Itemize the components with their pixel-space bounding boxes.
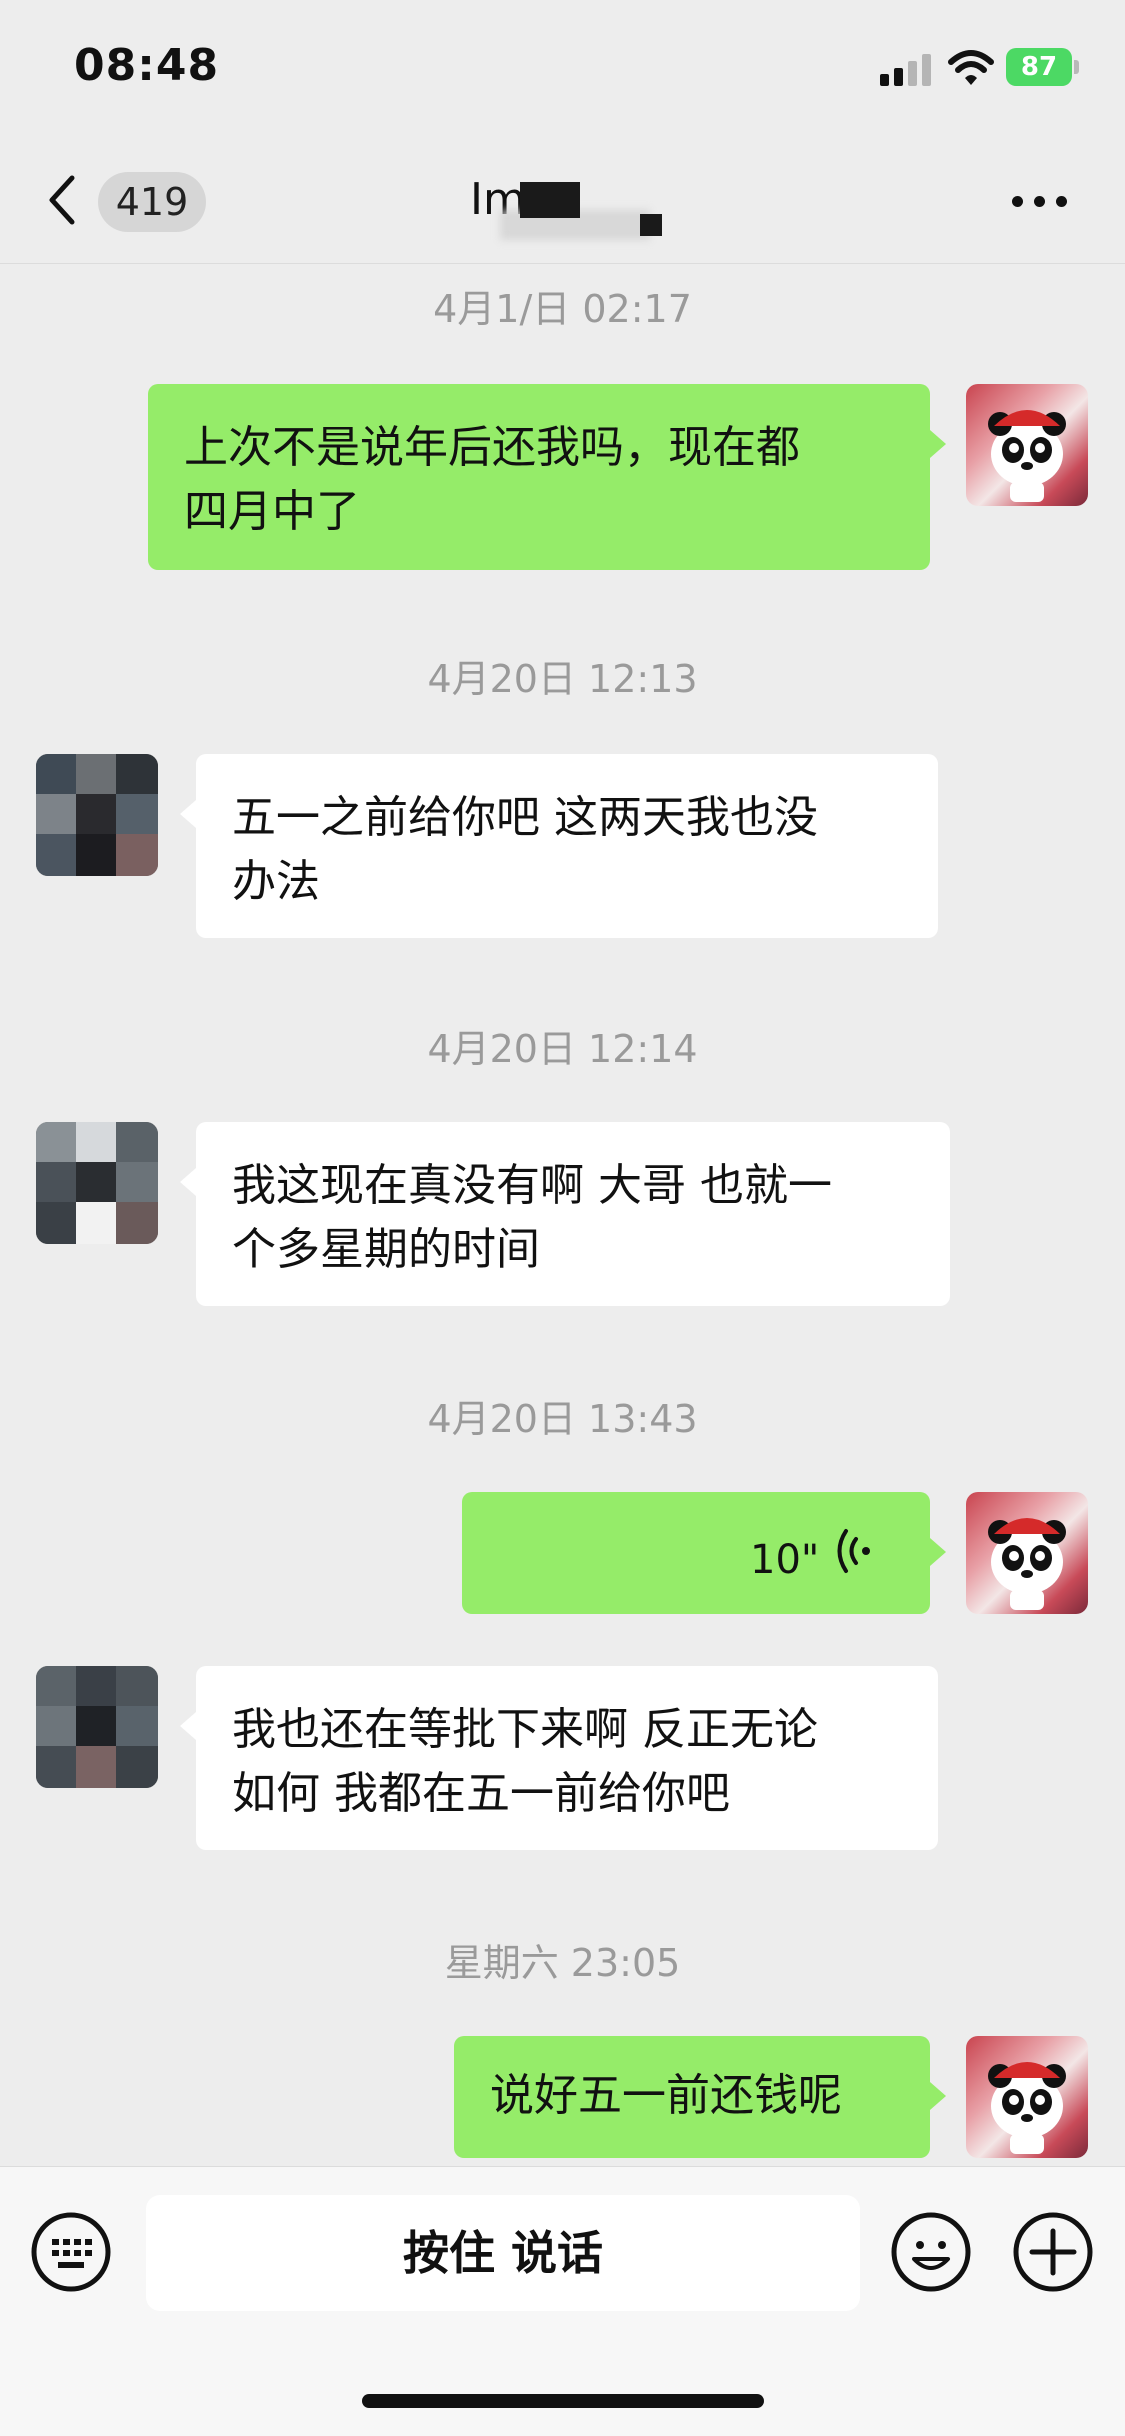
my-avatar[interactable] [966,1492,1088,1614]
title-censor-block [520,182,580,218]
wifi-icon [948,50,994,85]
status-time: 08:48 [74,40,220,91]
bubble-tail [180,1712,196,1740]
contact-avatar[interactable] [36,1666,158,1788]
plus-icon[interactable] [1012,2211,1094,2293]
message-line: 如何 我都在五一前给你吧 [232,1768,730,1819]
message-line: 五一之前给你吧 这两天我也没 [232,792,818,843]
voice-duration: 10" [750,1537,820,1583]
message-timestamp: 4月20日 12:14 [427,1027,698,1071]
message-line: 个多星期的时间 [232,1224,540,1275]
chat-header: 419 Im [0,140,1125,264]
status-bar: 08:48 87 [0,0,1125,140]
my-avatar[interactable] [966,2036,1088,2158]
title-censor-block [640,214,662,236]
message-line: 四月中了 [184,486,360,537]
hold-to-talk-button[interactable]: 按住 说话 [146,2195,860,2311]
back-icon[interactable] [40,170,84,230]
keyboard-icon[interactable] [30,2211,112,2293]
battery-level: 87 [1006,48,1072,86]
message-line: 办法 [232,856,320,907]
bubble-tail [180,800,196,828]
message-timestamp: 4月20日 12:13 [427,657,698,701]
message-timestamp: 4月20日 13:43 [427,1397,698,1441]
chat-bubble-other[interactable]: 五一之前给你吧 这两天我也没 办法 [196,754,938,938]
panda-avatar-icon [988,410,1066,502]
signal-icon [880,52,934,86]
my-avatar[interactable] [966,384,1088,506]
bubble-tail [930,1538,946,1566]
home-indicator[interactable] [362,2394,764,2408]
chat-bubble-other[interactable]: 我这现在真没有啊 大哥 也就一 个多星期的时间 [196,1122,950,1306]
chat-bubble-me[interactable]: 上次不是说年后还我吗，现在都 四月中了 [148,384,930,570]
chat-bubble-me[interactable]: 说好五一前还钱呢 [454,2036,930,2158]
panda-avatar-icon [988,2062,1066,2154]
bubble-tail [930,2082,946,2110]
message-timestamp: 4月1/日 02:17 [433,287,692,331]
voice-wave-icon [837,1529,870,1573]
chat-bubble-other[interactable]: 我也还在等批下来啊 反正无论 如何 我都在五一前给你吧 [196,1666,938,1850]
message-line: 我这现在真没有啊 大哥 也就一 [232,1160,832,1211]
emoji-icon[interactable] [890,2211,972,2293]
contact-avatar[interactable] [36,1122,158,1244]
contact-avatar[interactable] [36,754,158,876]
message-line: 上次不是说年后还我吗，现在都 [184,422,800,473]
unread-count-badge[interactable]: 419 [98,172,206,232]
battery-icon: 87 [1006,48,1080,86]
message-line: 我也还在等批下来啊 反正无论 [232,1704,818,1755]
message-timestamp: 星期六 23:05 [444,1941,681,1985]
bubble-tail [180,1168,196,1196]
more-icon[interactable] [1010,192,1070,212]
bubble-tail [930,430,946,458]
voice-message-bubble[interactable]: 10" [462,1492,930,1614]
message-line: 说好五一前还钱呢 [490,2070,842,2121]
panda-avatar-icon [988,1518,1066,1610]
